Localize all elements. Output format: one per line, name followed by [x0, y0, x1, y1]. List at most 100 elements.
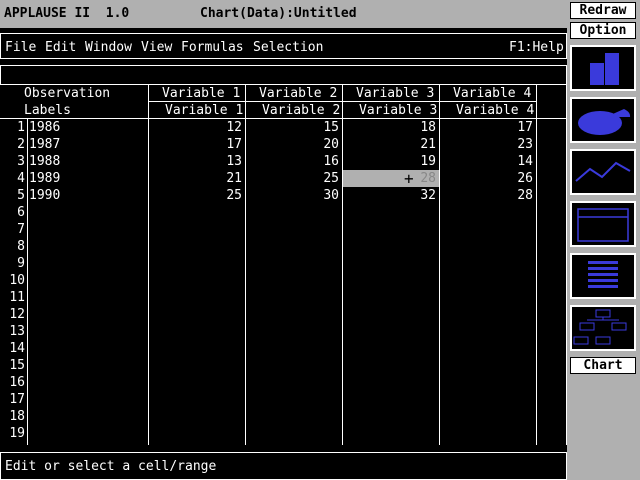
data-cell[interactable] [344, 306, 436, 323]
column-header[interactable]: Variable 3 [356, 85, 434, 102]
data-cell[interactable] [344, 357, 436, 374]
menu-selection[interactable]: Selection [253, 39, 323, 56]
row-number[interactable]: 10 [0, 272, 25, 289]
data-cell[interactable] [441, 221, 533, 238]
row-number[interactable]: 2 [0, 136, 25, 153]
data-cell[interactable] [247, 255, 339, 272]
data-cell[interactable] [150, 323, 242, 340]
data-cell[interactable]: 20 [247, 136, 339, 153]
data-cell[interactable]: 12 [150, 119, 242, 136]
chart-button[interactable]: Chart [570, 357, 636, 374]
line-chart-tool[interactable] [570, 149, 636, 195]
data-cell[interactable]: 25 [150, 187, 242, 204]
bar-chart-tool[interactable] [570, 45, 636, 91]
selected-cell[interactable]: 28 [343, 170, 439, 187]
text-list-tool[interactable] [570, 253, 636, 299]
row-number[interactable]: 13 [0, 323, 25, 340]
observation-label-cell[interactable]: 1989 [29, 170, 60, 187]
menu-window[interactable]: Window [85, 39, 132, 56]
row-number[interactable]: 9 [0, 255, 25, 272]
data-cell[interactable]: 21 [344, 136, 436, 153]
option-button[interactable]: Option [570, 22, 636, 39]
data-cell[interactable] [247, 374, 339, 391]
row-number[interactable]: 19 [0, 425, 25, 442]
data-cell[interactable]: 21 [150, 170, 242, 187]
data-cell[interactable] [247, 306, 339, 323]
data-cell[interactable] [150, 272, 242, 289]
data-cell[interactable] [441, 408, 533, 425]
row-number[interactable]: 16 [0, 374, 25, 391]
row-number[interactable]: 4 [0, 170, 25, 187]
data-cell[interactable] [344, 272, 436, 289]
data-cell[interactable] [247, 357, 339, 374]
row-number[interactable]: 11 [0, 289, 25, 306]
data-cell[interactable] [247, 272, 339, 289]
data-cell[interactable] [344, 374, 436, 391]
data-cell[interactable]: 17 [441, 119, 533, 136]
row-number[interactable]: 14 [0, 340, 25, 357]
data-cell[interactable] [344, 221, 436, 238]
data-cell[interactable]: 16 [247, 153, 339, 170]
column-subheader[interactable]: Variable 4 [456, 102, 534, 119]
data-cell[interactable] [150, 391, 242, 408]
menu-view[interactable]: View [141, 39, 172, 56]
row-number[interactable]: 3 [0, 153, 25, 170]
data-cell[interactable]: 17 [150, 136, 242, 153]
data-cell[interactable]: 14 [441, 153, 533, 170]
data-cell[interactable] [247, 204, 339, 221]
data-cell[interactable] [441, 238, 533, 255]
data-cell[interactable] [247, 221, 339, 238]
data-cell[interactable] [150, 255, 242, 272]
data-cell[interactable] [441, 374, 533, 391]
data-cell[interactable] [441, 272, 533, 289]
data-cell[interactable] [247, 391, 339, 408]
data-cell[interactable] [150, 425, 242, 442]
data-cell[interactable] [247, 340, 339, 357]
row-number[interactable]: 5 [0, 187, 25, 204]
data-cell[interactable] [344, 204, 436, 221]
column-header[interactable]: Variable 1 [162, 85, 240, 102]
data-cell[interactable] [150, 408, 242, 425]
data-cell[interactable] [150, 306, 242, 323]
observation-label-cell[interactable]: 1988 [29, 153, 60, 170]
pie-chart-tool[interactable] [570, 97, 636, 143]
help-hint[interactable]: F1:Help [509, 39, 564, 56]
data-cell[interactable]: 25 [247, 170, 339, 187]
column-subheader[interactable]: Variable 2 [262, 102, 340, 119]
data-cell[interactable]: 28 [441, 187, 533, 204]
data-cell[interactable] [247, 425, 339, 442]
data-cell[interactable] [441, 289, 533, 306]
data-cell[interactable] [441, 425, 533, 442]
data-cell[interactable] [441, 204, 533, 221]
data-cell[interactable] [247, 238, 339, 255]
data-cell[interactable] [441, 323, 533, 340]
row-number[interactable]: 1 [0, 119, 25, 136]
org-chart-tool[interactable] [570, 305, 636, 351]
data-cell[interactable] [441, 306, 533, 323]
column-subheader[interactable]: Variable 3 [359, 102, 437, 119]
row-number[interactable]: 12 [0, 306, 25, 323]
redraw-button[interactable]: Redraw [570, 2, 636, 19]
menu-file[interactable]: File [5, 39, 36, 56]
observation-label-cell[interactable]: 1986 [29, 119, 60, 136]
column-subheader[interactable]: Variable 1 [165, 102, 243, 119]
data-cell[interactable]: 30 [247, 187, 339, 204]
data-cell[interactable] [150, 289, 242, 306]
data-cell[interactable] [344, 289, 436, 306]
data-cell[interactable]: 23 [441, 136, 533, 153]
column-header[interactable]: Variable 2 [259, 85, 337, 102]
data-cell[interactable]: 18 [344, 119, 436, 136]
observation-label-cell[interactable]: 1990 [29, 187, 60, 204]
data-cell[interactable] [344, 408, 436, 425]
data-cell[interactable] [344, 255, 436, 272]
data-cell[interactable] [150, 374, 242, 391]
row-number[interactable]: 8 [0, 238, 25, 255]
data-cell[interactable] [150, 357, 242, 374]
data-cell[interactable]: 32 [344, 187, 436, 204]
data-cell[interactable] [150, 204, 242, 221]
row-number[interactable]: 15 [0, 357, 25, 374]
data-cell[interactable] [344, 238, 436, 255]
cell-edit-line[interactable] [0, 65, 567, 85]
menu-edit[interactable]: Edit [45, 39, 76, 56]
data-cell[interactable] [344, 323, 436, 340]
